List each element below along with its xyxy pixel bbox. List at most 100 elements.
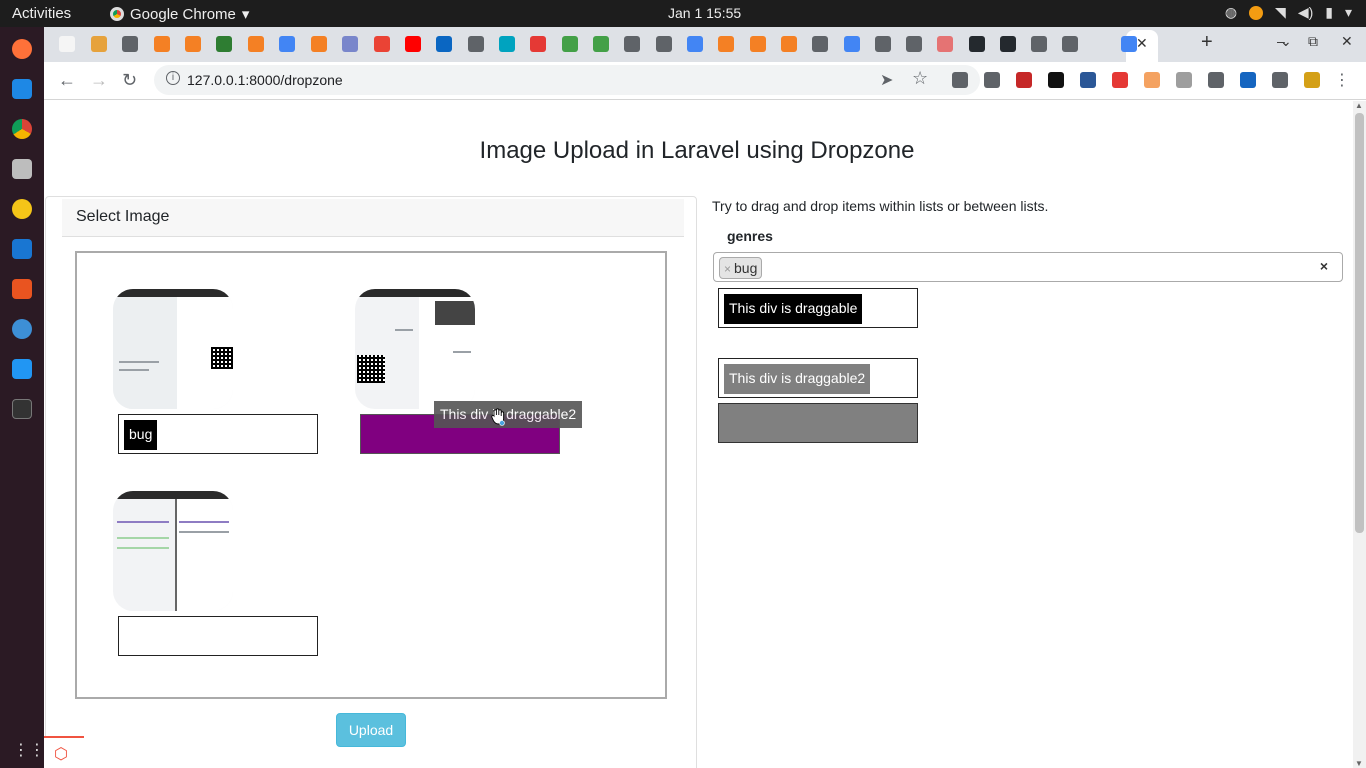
tab-favicon-10[interactable]: [342, 36, 358, 52]
clear-selection-icon[interactable]: ×: [1320, 258, 1328, 274]
tab-favicon-2[interactable]: [91, 36, 107, 52]
system-tray[interactable]: ◍ ◥ ◀) ▮ ▾: [1225, 4, 1352, 21]
scroll-down-icon[interactable]: ▼: [1355, 759, 1363, 768]
back-button[interactable]: ←: [58, 70, 76, 91]
laravel-debug-tab[interactable]: ⬡: [44, 736, 84, 768]
tab-favicon-9[interactable]: [311, 36, 327, 52]
tab-favicon-4[interactable]: [154, 36, 170, 52]
close-window-button[interactable]: ✕: [1341, 33, 1353, 50]
extension-icon-9[interactable]: [1208, 72, 1224, 88]
restore-button[interactable]: ⧉: [1308, 33, 1318, 50]
draggable-item-2[interactable]: This div is draggable2: [724, 364, 871, 394]
url-text[interactable]: 127.0.0.1:8000/dropzone: [187, 72, 343, 88]
drag-hint-text: Try to drag and drop items within lists …: [712, 198, 1049, 214]
tab-favicon-28[interactable]: [906, 36, 922, 52]
tab-favicon-5[interactable]: [185, 36, 201, 52]
extension-icon-10[interactable]: [1240, 72, 1256, 88]
help-icon[interactable]: [12, 319, 32, 339]
extension-icon-3[interactable]: [1016, 72, 1032, 88]
close-tab-icon[interactable]: ✕: [1136, 35, 1148, 52]
draggable-container-2[interactable]: This div is draggable2: [718, 358, 918, 398]
draggable-item-1[interactable]: This div is draggable: [724, 294, 863, 324]
tab-favicon-27[interactable]: [875, 36, 891, 52]
files-icon[interactable]: [12, 159, 32, 179]
minimize-button[interactable]: –: [1277, 33, 1285, 49]
chrome-dock-icon[interactable]: [12, 119, 32, 139]
software-center-icon[interactable]: [12, 279, 32, 299]
extension-icon-5[interactable]: [1080, 72, 1096, 88]
tab-favicon-17[interactable]: [562, 36, 578, 52]
preview-3-tag-dropzone[interactable]: [118, 616, 318, 656]
new-tab-button[interactable]: +: [1201, 31, 1213, 54]
tab-favicon-google[interactable]: [1121, 36, 1137, 52]
rhythmbox-icon[interactable]: [12, 199, 32, 219]
extension-icon-11[interactable]: [1272, 72, 1288, 88]
tab-favicon-6[interactable]: [216, 36, 232, 52]
thunderbird-icon[interactable]: [12, 79, 32, 99]
preview-1-tag-dropzone[interactable]: bug: [118, 414, 318, 454]
tab-favicon-11[interactable]: [374, 36, 390, 52]
bookmark-star-icon[interactable]: ☆: [912, 68, 928, 89]
tab-favicon-24[interactable]: [781, 36, 797, 52]
upload-button[interactable]: Upload: [336, 713, 406, 747]
tab-favicon-26[interactable]: [844, 36, 860, 52]
tab-favicon-20[interactable]: [656, 36, 672, 52]
show-apps-icon[interactable]: ⋮⋮: [13, 740, 45, 760]
extension-icon-2[interactable]: [984, 72, 1000, 88]
vscode-icon[interactable]: [12, 359, 32, 379]
extension-icon-4[interactable]: [1048, 72, 1064, 88]
tab-favicon-8[interactable]: [279, 36, 295, 52]
tab-favicon-7[interactable]: [248, 36, 264, 52]
tab-favicon-33[interactable]: [1062, 36, 1078, 52]
gray-drop-target[interactable]: [718, 403, 918, 443]
reload-button[interactable]: ↻: [122, 70, 137, 91]
tab-favicon-12[interactable]: [405, 36, 421, 52]
extension-icon-1[interactable]: [952, 72, 968, 88]
system-clock[interactable]: Jan 1 15:55: [668, 5, 741, 21]
tab-favicon-15[interactable]: [499, 36, 515, 52]
firefox-icon[interactable]: [12, 39, 32, 59]
app-menu[interactable]: Google Chrome ▾: [110, 5, 249, 23]
tab-favicon-21[interactable]: [687, 36, 703, 52]
tab-favicon-1[interactable]: [59, 36, 75, 52]
tab-favicon-19[interactable]: [624, 36, 640, 52]
scrollbar-thumb[interactable]: [1355, 113, 1364, 533]
tab-favicon-29[interactable]: [937, 36, 953, 52]
genre-chip[interactable]: × bug: [719, 257, 763, 279]
tab-favicon-18[interactable]: [593, 36, 609, 52]
site-info-icon[interactable]: i: [166, 71, 180, 85]
tab-favicon-3[interactable]: [122, 36, 138, 52]
dropzone-area[interactable]: bug This div is draggable2: [75, 251, 667, 699]
terminal-icon[interactable]: [12, 399, 32, 419]
tab-favicon-32[interactable]: [1031, 36, 1047, 52]
preview-1-tag[interactable]: bug: [124, 420, 158, 450]
tab-favicon-16[interactable]: [530, 36, 546, 52]
tab-favicon-22[interactable]: [718, 36, 734, 52]
tab-favicon-13[interactable]: [436, 36, 452, 52]
tab-favicon-30[interactable]: [969, 36, 985, 52]
tab-favicon-23[interactable]: [750, 36, 766, 52]
draggable-container-1[interactable]: This div is draggable: [718, 288, 918, 328]
writer-icon[interactable]: [12, 239, 32, 259]
update-indicator-icon: [1249, 6, 1264, 20]
image-preview-2[interactable]: [355, 289, 475, 409]
tab-favicon-14[interactable]: [468, 36, 484, 52]
forward-button[interactable]: →: [90, 70, 108, 91]
address-bar[interactable]: i 127.0.0.1:8000/dropzone ➤ ☆: [154, 65, 980, 95]
genres-multiselect[interactable]: × bug ×: [713, 252, 1343, 282]
image-preview-3[interactable]: [113, 491, 233, 611]
chrome-menu-icon[interactable]: ⋮: [1334, 70, 1350, 90]
extension-icon-8[interactable]: [1176, 72, 1192, 88]
extension-icon-6[interactable]: [1112, 72, 1128, 88]
chip-remove-icon[interactable]: ×: [724, 262, 731, 276]
app-menu-label: Google Chrome: [130, 5, 236, 23]
tab-favicon-31[interactable]: [1000, 36, 1016, 52]
image-preview-1[interactable]: [113, 289, 233, 409]
tab-favicon-25[interactable]: [812, 36, 828, 52]
page-scrollbar[interactable]: ▲ ▼: [1353, 101, 1366, 768]
activities-button[interactable]: Activities: [12, 5, 71, 22]
extension-icon-7[interactable]: [1144, 72, 1160, 88]
send-to-device-icon[interactable]: ➤: [880, 70, 893, 90]
extension-icon-12[interactable]: [1304, 72, 1320, 88]
scroll-up-icon[interactable]: ▲: [1355, 101, 1363, 110]
